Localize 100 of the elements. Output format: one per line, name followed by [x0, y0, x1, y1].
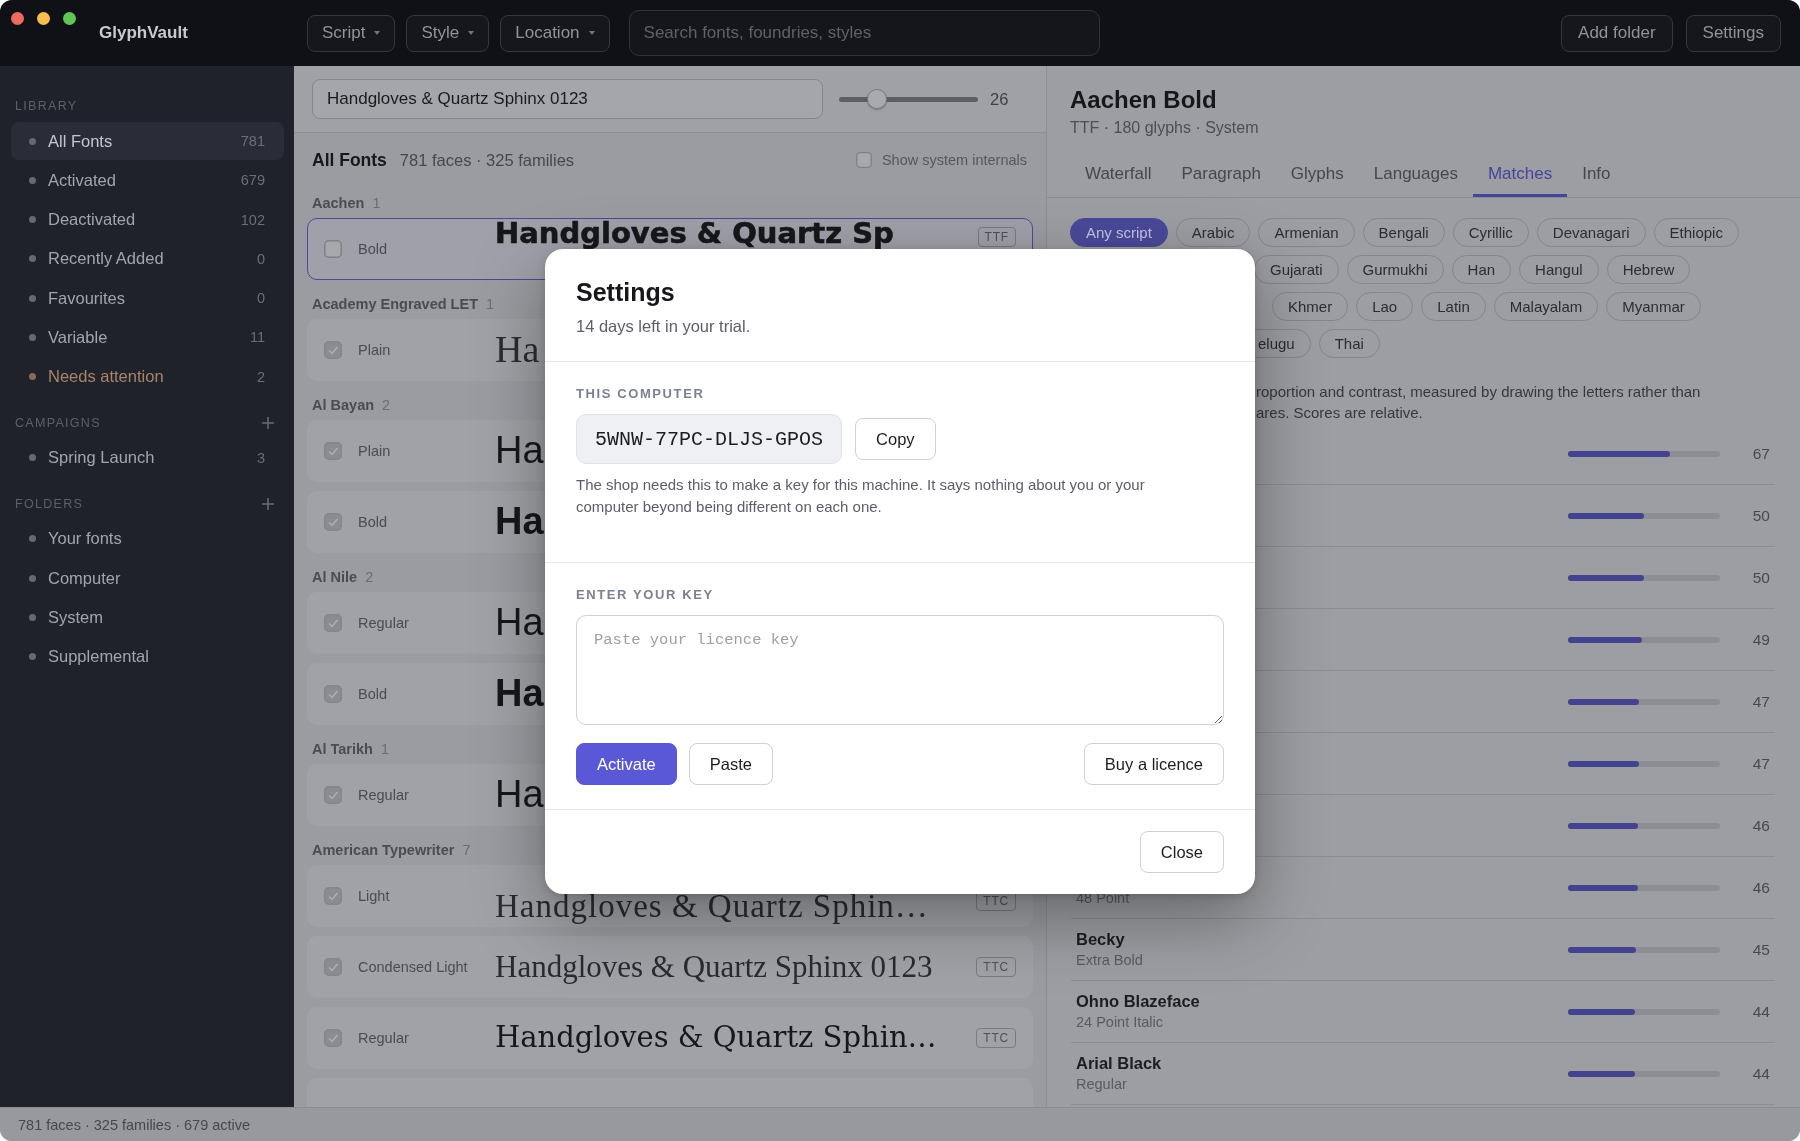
toolbar-button[interactable]: Settings — [1685, 14, 1781, 52]
size-value: 26 — [990, 89, 1009, 109]
match-row[interactable]: Becky Extra Bold 45 — [1071, 919, 1775, 981]
filter-dropdown[interactable]: Script — [307, 14, 396, 52]
score-value: 50 — [1751, 506, 1770, 525]
score-value: 44 — [1751, 1002, 1770, 1021]
section-heading: THIS COMPUTER — [576, 386, 706, 402]
checkbox[interactable] — [855, 152, 872, 168]
match-style: Extra Bold — [1076, 951, 1144, 970]
preview-text-field[interactable]: Handgloves & Quartz Sphinx 0123 — [312, 79, 823, 119]
family-name: Al Tarikh — [312, 741, 373, 757]
score-value: 46 — [1751, 878, 1770, 897]
action-button[interactable]: Paste — [688, 743, 773, 785]
bullet-icon — [29, 653, 36, 661]
match-row[interactable]: Ohno Blazeface 24 Point Italic 44 — [1071, 981, 1775, 1043]
plus-icon[interactable] — [262, 416, 274, 429]
bullet-icon — [29, 613, 36, 621]
style-label: Regular — [358, 1030, 410, 1046]
item-count: 3 — [256, 449, 265, 466]
tab[interactable]: Glyphs — [1275, 152, 1359, 197]
preview-text: Handgloves & Quartz Sp — [495, 219, 894, 248]
family-name: Al Bayan — [312, 397, 375, 413]
font-row[interactable]: Condensed Light Handgloves & Quartz Sphinx 0123 TTC — [307, 936, 1033, 998]
filter-dropdown[interactable]: Location — [500, 14, 610, 52]
format-badge: TTF — [977, 227, 1016, 247]
style-label: Light — [358, 888, 391, 904]
item-count: 2 — [256, 368, 265, 385]
bullet-icon — [29, 454, 36, 462]
checkbox[interactable] — [324, 1029, 342, 1047]
bullet-icon — [29, 137, 36, 145]
caret-icon — [468, 31, 475, 35]
tab[interactable]: Paragraph — [1166, 152, 1276, 197]
sidebar-item[interactable]: Computer — [11, 559, 284, 598]
tab[interactable]: Info — [1567, 152, 1626, 197]
checkbox[interactable] — [324, 341, 342, 359]
style-label: Bold — [358, 241, 389, 257]
caret-icon — [374, 31, 381, 35]
close-button[interactable]: Close — [1139, 831, 1224, 873]
checkbox[interactable] — [324, 614, 342, 632]
family-name: Al Nile — [312, 569, 358, 585]
preview-text: Ha — [495, 602, 544, 644]
checkbox[interactable] — [324, 513, 342, 531]
window-minimize-icon[interactable] — [37, 12, 50, 25]
sidebar-item[interactable]: Variable 11 — [11, 318, 284, 357]
bullet-icon — [29, 255, 36, 263]
copy-button[interactable]: Copy — [855, 418, 936, 460]
system-internals-toggle[interactable]: Show system internals — [855, 152, 1027, 168]
sidebar-item[interactable]: System — [11, 598, 284, 637]
checkbox[interactable] — [324, 240, 342, 258]
family-name: Academy Engraved LET — [312, 296, 478, 312]
sidebar-item[interactable]: Spring Launch 3 — [11, 438, 284, 477]
sidebar-item[interactable]: Your fonts — [11, 519, 284, 558]
checkbox[interactable] — [324, 887, 342, 905]
match-style: 24 Point Italic — [1076, 1013, 1165, 1032]
match-name: Becky — [1076, 929, 1126, 949]
action-button[interactable]: Buy a licence — [1083, 743, 1224, 785]
sidebar-item[interactable]: Deactivated 102 — [11, 200, 284, 239]
score-value: 46 — [1751, 816, 1770, 835]
tab[interactable]: Waterfall — [1070, 152, 1167, 197]
sidebar-item[interactable]: Favourites 0 — [11, 279, 284, 318]
checkbox[interactable] — [324, 958, 342, 976]
slider-thumb[interactable] — [866, 89, 887, 109]
dialog-title: Settings — [576, 277, 676, 308]
preview-text: Handgloves & Quartz Sphin… — [495, 890, 929, 923]
filter-dropdown[interactable]: Style — [406, 14, 490, 52]
licence-key-field[interactable]: Paste your licence key — [576, 615, 1224, 725]
search-field[interactable]: Search fonts, foundries, styles — [628, 10, 1100, 56]
preview-text: Ha — [495, 329, 540, 371]
size-slider[interactable] — [839, 89, 978, 109]
window-zoom-icon[interactable] — [63, 12, 76, 25]
item-count: 102 — [240, 211, 265, 228]
action-button[interactable]: Activate — [576, 743, 677, 785]
sidebar-item[interactable]: All Fonts 781 — [11, 122, 284, 160]
tab[interactable]: Languages — [1358, 152, 1473, 197]
checkbox[interactable] — [324, 685, 342, 703]
family-name: Aachen — [312, 195, 365, 211]
checkbox[interactable] — [324, 786, 342, 804]
plus-icon[interactable] — [262, 497, 274, 510]
toolbar-button[interactable]: Add folder — [1561, 14, 1673, 52]
checkbox[interactable] — [324, 442, 342, 460]
item-count: 781 — [240, 133, 265, 149]
sidebar-item[interactable]: Activated 679 — [11, 161, 284, 200]
tab[interactable]: Matches — [1472, 152, 1568, 197]
style-label: Bold — [358, 514, 389, 530]
sidebar-item[interactable]: Needs attention 2 — [11, 357, 284, 396]
font-row[interactable]: Regular Handgloves & Quartz Sphin… TTC — [307, 1007, 1033, 1069]
family-name: American Typewriter — [312, 842, 455, 858]
caret-icon — [588, 31, 595, 35]
score-value: 50 — [1751, 568, 1770, 587]
script-chip[interactable]: Any script — [1070, 218, 1168, 247]
score-value: 47 — [1751, 692, 1770, 711]
section-heading: ENTER YOUR KEY — [576, 587, 715, 603]
match-row[interactable]: Arial Black Regular 44 — [1071, 1043, 1775, 1105]
style-label: Regular — [358, 615, 410, 631]
format-badge: TTC — [976, 957, 1016, 977]
window-close-icon[interactable] — [11, 12, 24, 25]
score-value: 44 — [1751, 1064, 1770, 1083]
app-title: GlyphVault — [99, 23, 188, 43]
sidebar-item[interactable]: Recently Added 0 — [11, 239, 284, 278]
sidebar-item[interactable]: Supplemental — [11, 637, 284, 676]
